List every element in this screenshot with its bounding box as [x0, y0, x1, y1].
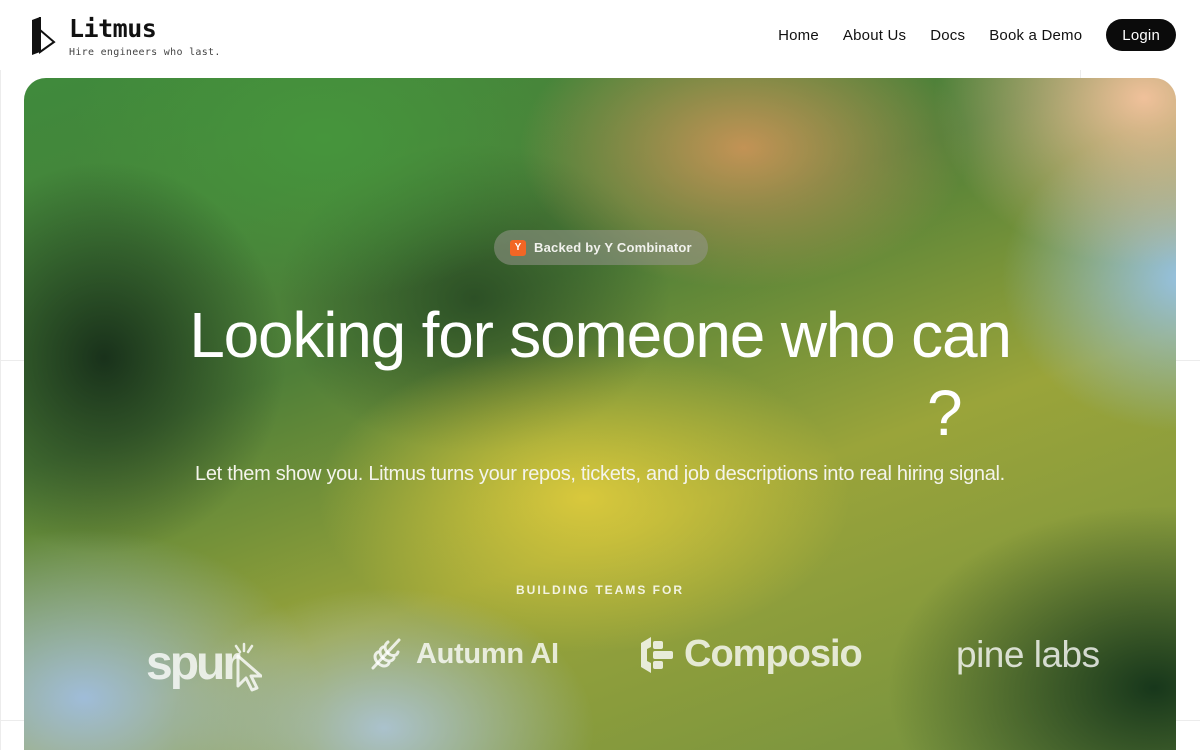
pine-labs-logo: pine labs	[956, 634, 1100, 676]
litmus-logo-icon	[32, 17, 56, 55]
autumn-ai-logo-text: Autumn AI	[416, 637, 559, 670]
composio-logo-text: Composio	[684, 633, 863, 675]
hero-section: Y Backed by Y Combinator Looking for som…	[24, 78, 1176, 750]
brand-text: Litmus Hire engineers who last.	[69, 14, 221, 58]
hero-headline: Looking for someone who can	[189, 299, 1012, 371]
hero-subheadline: Let them show you. Litmus turns your rep…	[195, 463, 1005, 485]
customer-logos-row: spur Autumn AI Composio pine labs	[24, 628, 1176, 698]
main-nav: Home About Us Docs Book a Demo Login	[778, 19, 1176, 51]
yc-badge[interactable]: Y Backed by Y Combinator	[494, 230, 708, 265]
login-button[interactable]: Login	[1106, 19, 1176, 51]
cursor-icon	[234, 642, 263, 692]
brand-tagline: Hire engineers who last.	[69, 47, 221, 58]
nav-about-link[interactable]: About Us	[843, 27, 906, 44]
pine-labs-logo-text: pine labs	[956, 634, 1100, 675]
grid-line	[0, 70, 1, 750]
autumn-ai-logo: Autumn AI	[368, 636, 559, 672]
nav-home-link[interactable]: Home	[778, 27, 819, 44]
brand-name: Litmus	[69, 14, 157, 43]
y-combinator-icon: Y	[510, 239, 526, 256]
brand-logo-link[interactable]: Litmus Hire engineers who last.	[28, 14, 221, 58]
nav-book-demo-link[interactable]: Book a Demo	[989, 27, 1082, 44]
building-teams-label: BUILDING TEAMS FOR	[516, 583, 684, 597]
yc-badge-label: Backed by Y Combinator	[534, 240, 692, 255]
leaf-icon	[371, 638, 401, 670]
hero-headline-question-mark: ?	[927, 377, 963, 449]
composio-icon	[641, 636, 673, 673]
composio-logo: Composio	[639, 633, 863, 676]
spur-logo-text: spur	[146, 636, 241, 690]
grid-line	[1080, 70, 1081, 78]
site-header: Litmus Hire engineers who last. Home Abo…	[0, 0, 1200, 70]
nav-docs-link[interactable]: Docs	[930, 27, 965, 44]
spur-logo: spur	[146, 632, 263, 694]
